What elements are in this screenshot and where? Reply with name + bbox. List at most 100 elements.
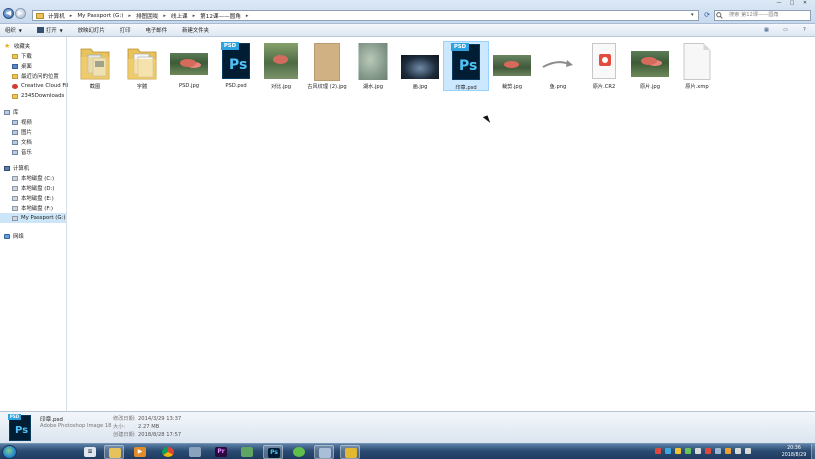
breadcrumb-folder-2[interactable]: 线上课 xyxy=(171,12,188,20)
tray-icon[interactable] xyxy=(665,448,671,454)
sidebar-item-recent[interactable]: 最近访问的位置 xyxy=(0,71,66,81)
details-pane: PSD Ps 印章.psd Adobe Photoshop Image 18 修改… xyxy=(0,411,815,443)
taskbar-app-5[interactable] xyxy=(314,445,334,459)
sidebar-item-drive-d[interactable]: 本地磁盘 (D:) xyxy=(0,183,66,193)
file-item[interactable]: 原片.xmp xyxy=(674,41,720,91)
forward-button[interactable]: ▶ xyxy=(15,8,26,19)
sidebar-libraries-header[interactable]: 库 xyxy=(0,107,66,117)
file-item[interactable]: 画.jpg xyxy=(397,41,443,91)
taskbar-app-explorer[interactable] xyxy=(104,445,124,459)
sidebar-item-drive-f[interactable]: 本地磁盘 (F:) xyxy=(0,203,66,213)
chevron-right-icon[interactable]: ▸ xyxy=(163,13,166,19)
breadcrumb-current[interactable]: 第12课——圆角 xyxy=(200,12,241,20)
slideshow-button[interactable]: 放映幻灯片 xyxy=(78,26,105,34)
video-library-icon xyxy=(12,119,18,125)
address-bar[interactable]: 计算机 ▸ My Passport (G:) ▸ 排图囲咙 ▸ 线上课 ▸ 第1… xyxy=(32,10,699,21)
close-button[interactable]: ✕ xyxy=(799,0,811,7)
start-button[interactable] xyxy=(2,445,17,459)
file-item[interactable]: PSD.jpg xyxy=(166,41,212,91)
notepad-icon: ≡ xyxy=(84,447,96,457)
email-button[interactable]: 电子邮件 xyxy=(146,26,168,34)
file-item-selected[interactable]: PSD Ps 印章.psd xyxy=(443,41,489,91)
maximize-button[interactable]: □ xyxy=(786,0,798,7)
back-button[interactable]: ◀ xyxy=(3,8,14,19)
taskbar-app-media[interactable]: ▶ xyxy=(130,445,150,459)
preview-pane-icon[interactable]: ▭ xyxy=(781,27,790,34)
file-item[interactable]: 截图 xyxy=(72,41,118,91)
sidebar-item-drive-e[interactable]: 本地磁盘 (E:) xyxy=(0,193,66,203)
file-item[interactable]: 原片.CR2 xyxy=(581,41,627,91)
sidebar-item-pictures[interactable]: 图片 xyxy=(0,127,66,137)
taskbar-app-3[interactable] xyxy=(237,445,257,459)
change-view-icon[interactable]: ▦ xyxy=(762,27,771,34)
print-button[interactable]: 打印 xyxy=(120,26,131,34)
sidebar-item-music[interactable]: 音乐 xyxy=(0,147,66,157)
breadcrumb-computer[interactable]: 计算机 xyxy=(48,12,65,20)
file-item[interactable]: 对比.jpg xyxy=(258,41,304,91)
file-item[interactable]: 鱼.png xyxy=(535,41,581,91)
file-item[interactable]: 字體 xyxy=(119,41,165,91)
volume-tray-icon[interactable] xyxy=(745,448,751,454)
tray-icon[interactable] xyxy=(715,448,721,454)
taskbar-app-notepad[interactable]: ≡ xyxy=(80,445,100,459)
sidebar-item-label: 图片 xyxy=(21,130,32,136)
image-thumbnail xyxy=(314,43,340,81)
taskbar-app-2[interactable] xyxy=(185,445,205,459)
file-item[interactable]: 古风纹理 (2).jpg xyxy=(304,41,350,91)
taskbar-app-premiere[interactable]: Pr xyxy=(211,445,231,459)
sidebar-item-label: 视频 xyxy=(21,120,32,126)
tray-icon[interactable] xyxy=(705,448,711,454)
tray-icon[interactable] xyxy=(685,448,691,454)
help-icon[interactable]: ? xyxy=(800,27,809,34)
address-dropdown-icon[interactable]: ▾ xyxy=(691,12,694,18)
taskbar-app-chrome[interactable] xyxy=(158,445,178,459)
taskbar-app-6[interactable] xyxy=(340,445,360,459)
file-item[interactable]: PSD Ps PSD.psd xyxy=(213,41,259,91)
organize-menu[interactable]: 组织 ▼ xyxy=(5,26,22,35)
breadcrumb-drive[interactable]: My Passport (G:) xyxy=(77,13,123,19)
tray-icon[interactable] xyxy=(655,448,661,454)
sidebar-item-creative-cloud[interactable]: Creative Cloud Files xyxy=(0,81,74,91)
sidebar-item-label: 本地磁盘 (C:) xyxy=(21,176,55,182)
file-item[interactable]: 原片.jpg xyxy=(627,41,673,91)
file-name: 原片.xmp xyxy=(685,84,709,90)
file-item[interactable]: 裁剪.jpg xyxy=(489,41,535,91)
chevron-right-icon[interactable]: ▸ xyxy=(246,13,249,19)
show-desktop-button[interactable] xyxy=(811,444,815,459)
search-icon xyxy=(716,12,723,19)
image-thumbnail xyxy=(493,55,531,76)
search-input[interactable]: 搜索 第12课——圆角 xyxy=(714,10,811,21)
picture-library-icon xyxy=(12,129,18,135)
open-button[interactable]: 打开 ▼ xyxy=(36,26,63,34)
sidebar-item-videos[interactable]: 视频 xyxy=(0,117,66,127)
chevron-right-icon[interactable]: ▸ xyxy=(128,13,131,19)
new-folder-button[interactable]: 新建文件夹 xyxy=(182,26,209,34)
chevron-right-icon[interactable]: ▸ xyxy=(193,13,196,19)
clock[interactable]: 20:36 2018/8/29 xyxy=(776,445,812,459)
chevron-right-icon[interactable]: ▸ xyxy=(70,13,73,19)
taskbar-app-4[interactable] xyxy=(289,445,309,459)
sidebar-favorites-header[interactable]: ★ 收藏夹 xyxy=(0,41,66,51)
sidebar-item-drive-c[interactable]: 本地磁盘 (C:) xyxy=(0,173,66,183)
sidebar-item-2345downloads[interactable]: 2345Downloads xyxy=(0,91,66,101)
sidebar-item-drive-g[interactable]: My Passport (G:) xyxy=(0,213,66,223)
tray-icon[interactable] xyxy=(695,448,701,454)
file-list[interactable]: 截图 字體 PSD.jpg PSD Ps PSD.psd 对比.jpg 古风纹理 … xyxy=(68,37,815,411)
photoshop-file-icon: PSD Ps xyxy=(221,42,250,79)
sidebar-item-label: My Passport (G:) xyxy=(21,215,66,221)
sidebar-item-desktop[interactable]: 桌面 xyxy=(0,61,66,71)
sidebar-item-documents[interactable]: 文档 xyxy=(0,137,66,147)
sidebar-item-downloads[interactable]: 下载 xyxy=(0,51,66,61)
tray-icon[interactable] xyxy=(675,448,681,454)
sidebar-computer-header[interactable]: 计算机 xyxy=(0,163,66,173)
minimize-button[interactable]: — xyxy=(773,0,785,7)
network-tray-icon[interactable] xyxy=(735,448,741,454)
tray-icon[interactable] xyxy=(725,448,731,454)
clock-date: 2018/8/29 xyxy=(781,453,807,458)
media-player-icon: ▶ xyxy=(134,447,146,457)
breadcrumb-folder-1[interactable]: 排图囲咙 xyxy=(136,12,158,20)
sidebar-network-header[interactable]: 网络 xyxy=(0,231,66,241)
refresh-button[interactable]: ⟳ xyxy=(702,11,712,20)
taskbar-app-photoshop[interactable]: Ps xyxy=(263,445,283,459)
file-item[interactable]: 湖水.jpg xyxy=(350,41,396,91)
